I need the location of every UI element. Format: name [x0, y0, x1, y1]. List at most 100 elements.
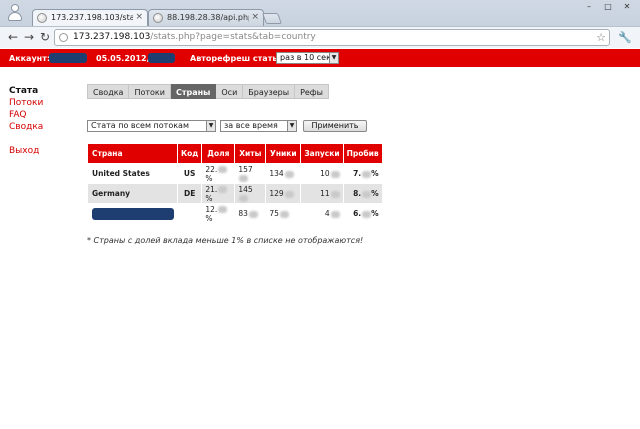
time-redacted — [148, 53, 175, 63]
wrench-menu-icon[interactable]: 🔧 — [618, 31, 632, 45]
redacted-digits — [239, 195, 249, 202]
col-breakout[interactable]: Пробив — [342, 143, 383, 164]
breakout-value: 7. — [353, 169, 362, 178]
col-code[interactable]: Код — [176, 143, 203, 164]
reload-button[interactable]: ↻ — [38, 30, 52, 44]
minimize-button[interactable]: – — [580, 2, 598, 13]
apply-button[interactable]: Применить — [303, 120, 367, 132]
cell-uniques: 129 — [265, 183, 302, 204]
account-label: Аккаунт: — [9, 54, 51, 63]
page-icon — [59, 33, 68, 42]
uniques-value: 129 — [269, 189, 284, 198]
new-tab-button[interactable] — [261, 13, 283, 24]
table-row: 12.% 83 75 4 6.% — [87, 203, 383, 224]
back-button[interactable]: ← — [6, 30, 20, 44]
browser-tab-api[interactable]: 88.198.28.38/api.php?action × — [148, 9, 264, 26]
redacted-digits — [362, 210, 372, 218]
redacted-digits — [330, 190, 340, 198]
tab-referrers[interactable]: Рефы — [295, 84, 329, 99]
period-select[interactable]: за все время ▼ — [220, 120, 297, 132]
account-name-redacted — [49, 53, 87, 63]
breakout-percent: % — [371, 189, 379, 198]
cell-uniques: 134 — [265, 163, 302, 184]
autorefresh-value: раз в 10 сек — [280, 53, 331, 62]
date-label: 05.05.2012, — [96, 54, 150, 63]
cell-hits: 83 — [234, 203, 267, 224]
redacted-digits — [239, 175, 249, 182]
sidebar-nav: Стата Потоки FAQ Сводка Выход — [9, 85, 43, 157]
table-header-row: Страна Код Доля Хиты Уники Запуски Проби… — [87, 143, 383, 164]
profile-icon[interactable] — [8, 3, 22, 21]
redacted-digits — [218, 186, 228, 193]
footnote: * Страны с долей вклада меньше 1% в спис… — [87, 236, 364, 245]
launches-value: 10 — [320, 169, 330, 178]
uniques-value: 134 — [269, 169, 284, 178]
sidebar-item-stats[interactable]: Стата — [9, 85, 43, 97]
col-launches[interactable]: Запуски — [300, 143, 344, 164]
table-row: Germany DE 21.% 145 129 11 8.% — [87, 183, 383, 204]
chevron-down-icon: ▼ — [206, 121, 215, 131]
sidebar-item-faq[interactable]: FAQ — [9, 109, 43, 121]
address-bar[interactable]: 173.237.198.103/stats.php?page=stats&tab… — [54, 29, 610, 46]
tab-os[interactable]: Оси — [216, 84, 244, 99]
autorefresh-select[interactable]: раз в 10 сек ▼ — [276, 52, 339, 64]
tab-streams[interactable]: Потоки — [129, 84, 171, 99]
tab-summary[interactable]: Сводка — [87, 84, 130, 99]
breakout-value: 8. — [353, 189, 362, 198]
sidebar-item-streams[interactable]: Потоки — [9, 97, 43, 109]
country-name-redacted — [92, 207, 174, 220]
stream-select-value: Стата по всем потокам — [91, 121, 189, 130]
cell-launches: 11 — [300, 183, 344, 204]
redacted-digits — [362, 190, 372, 198]
launches-value: 4 — [324, 209, 330, 218]
redacted-digits — [330, 210, 340, 218]
country-stats-table: Страна Код Доля Хиты Уники Запуски Проби… — [87, 143, 383, 224]
share-value: 22. — [205, 164, 218, 174]
sidebar-item-summary[interactable]: Сводка — [9, 121, 43, 133]
col-uniques[interactable]: Уники — [265, 143, 302, 164]
col-hits[interactable]: Хиты — [234, 143, 267, 164]
cell-breakout: 6.% — [342, 203, 383, 224]
share-value: 12. — [205, 204, 218, 214]
share-value: 21. — [205, 184, 218, 194]
share-percent: % — [205, 173, 213, 183]
hits-value: 145 — [238, 184, 253, 194]
chevron-down-icon: ▼ — [329, 53, 338, 63]
bookmark-star-icon[interactable]: ☆ — [596, 30, 606, 45]
cell-breakout: 8.% — [342, 183, 383, 204]
browser-tab-stats[interactable]: 173.237.198.103/stats.php?p × — [32, 9, 148, 26]
forward-button[interactable]: → — [22, 30, 36, 44]
col-country[interactable]: Страна — [87, 143, 178, 164]
hits-value: 157 — [238, 164, 253, 174]
breakout-value: 6. — [353, 209, 362, 218]
url-path: /stats.php?page=stats&tab=country — [150, 32, 316, 42]
tab-countries[interactable]: Страны — [170, 84, 217, 99]
cell-share: 22.% — [201, 163, 236, 184]
tab-close-icon[interactable]: × — [135, 12, 143, 22]
browser-toolbar: ← → ↻ 173.237.198.103/stats.php?page=sta… — [0, 26, 640, 48]
breakout-percent: % — [371, 169, 379, 178]
tab-close-icon[interactable]: × — [251, 12, 259, 22]
sidebar-item-logout[interactable]: Выход — [9, 145, 43, 157]
launches-value: 11 — [320, 189, 330, 198]
col-share[interactable]: Доля — [201, 143, 236, 164]
cell-code — [176, 203, 203, 224]
cell-country: United States — [87, 163, 178, 184]
maximize-button[interactable]: □ — [599, 2, 617, 13]
share-percent: % — [205, 213, 213, 223]
close-window-button[interactable]: ✕ — [618, 2, 636, 13]
url-host: 173.237.198.103 — [73, 32, 151, 42]
autorefresh-label: Авторефреш статы: — [190, 54, 283, 63]
redacted-digits — [279, 210, 289, 218]
redacted-digits — [284, 190, 294, 198]
chevron-down-icon: ▼ — [287, 121, 296, 131]
hits-value: 83 — [238, 209, 248, 218]
stream-select[interactable]: Стата по всем потокам ▼ — [87, 120, 216, 132]
account-bar: Аккаунт: 05.05.2012, Авторефреш статы: р… — [0, 49, 640, 67]
tab-browsers[interactable]: Браузеры — [243, 84, 296, 99]
cell-country — [87, 203, 178, 224]
redacted-digits — [330, 170, 340, 178]
redacted-digits — [362, 170, 372, 178]
tab-title: 173.237.198.103/stats.php?p — [51, 13, 133, 22]
cell-share: 12.% — [201, 203, 236, 224]
